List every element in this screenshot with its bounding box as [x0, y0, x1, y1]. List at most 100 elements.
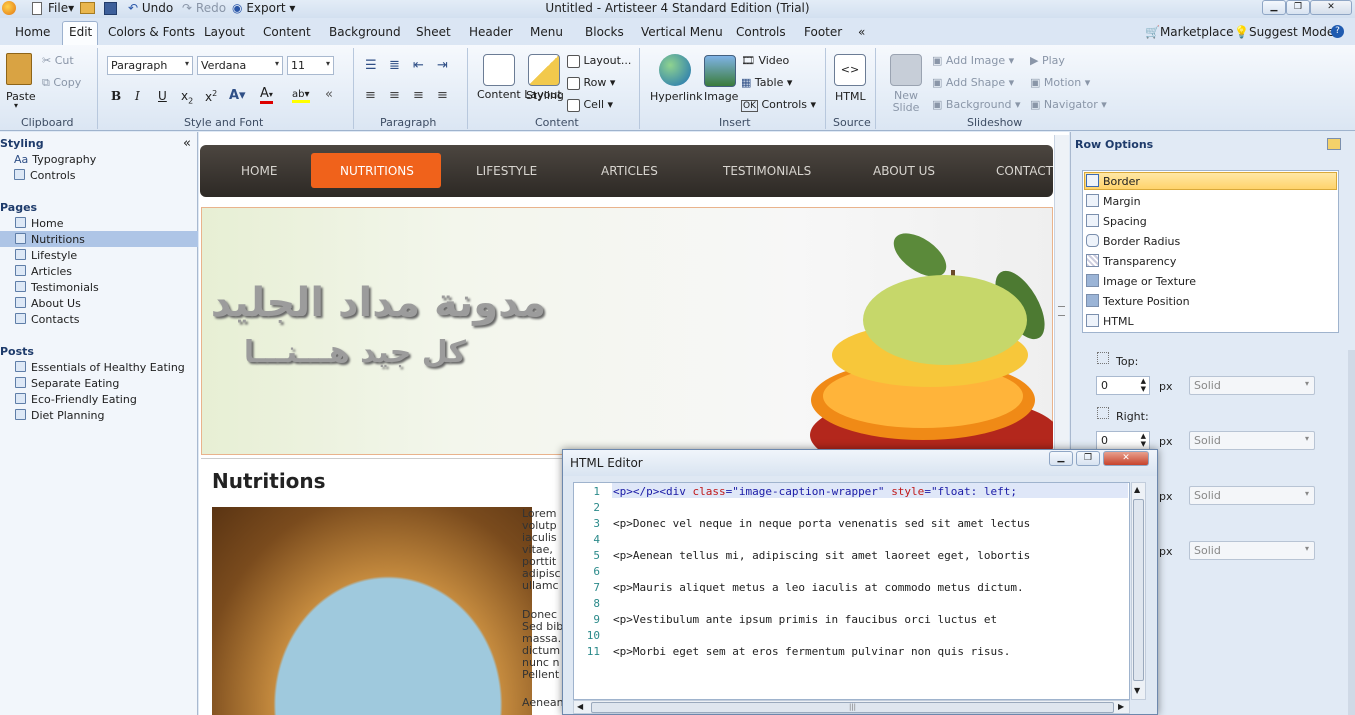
new-slide-icon[interactable] — [890, 54, 922, 86]
tab-footer[interactable]: Footer — [804, 25, 842, 39]
align-right-icon[interactable]: ≡ — [413, 88, 424, 103]
tab-sheet[interactable]: Sheet — [416, 25, 451, 39]
nav-item-home[interactable]: HOME — [241, 164, 277, 178]
canvas-scroll-grip[interactable] — [1058, 306, 1065, 316]
html-source-icon[interactable]: <> — [834, 54, 866, 86]
option-texture-position[interactable]: Texture Position — [1086, 294, 1190, 308]
right-width-input[interactable]: 0 ▲ ▼ — [1096, 431, 1150, 450]
post-item[interactable]: Essentials of Healthy Eating — [15, 361, 185, 374]
code-line[interactable]: <p>Donec vel neque in neque porta venena… — [613, 517, 1129, 533]
code-line[interactable] — [613, 501, 1129, 517]
cell-button[interactable]: Cell ▾ — [567, 98, 613, 112]
copy-button[interactable]: ⧉ Copy — [42, 76, 81, 90]
italic-button[interactable]: I — [135, 89, 140, 103]
right-style-select[interactable]: Solid ▾ — [1189, 431, 1315, 450]
nav-item-about-us[interactable]: ABOUT US — [873, 164, 935, 178]
option-margin[interactable]: Margin — [1086, 194, 1141, 208]
motion-button[interactable]: ▣ Motion ▾ — [1030, 76, 1090, 89]
scroll-up-arrow-icon[interactable]: ▲ — [1134, 485, 1140, 494]
help-icon[interactable]: ? — [1331, 25, 1344, 38]
background-button[interactable]: ▣ Background ▾ — [932, 98, 1021, 111]
scroll-right-arrow-icon[interactable]: ▶ — [1118, 702, 1124, 711]
option-spacing[interactable]: Spacing — [1086, 214, 1147, 228]
post-item[interactable]: Separate Eating — [15, 377, 119, 390]
subscript-button[interactable]: x2 — [181, 89, 193, 105]
post-item[interactable]: Eco-Friendly Eating — [15, 393, 137, 406]
close-window-button[interactable]: ✕ — [1310, 0, 1352, 15]
code-line[interactable]: <p>Mauris aliquet metus a leo iaculis at… — [613, 581, 1129, 597]
tab-menu[interactable]: Menu — [530, 25, 563, 39]
page-item-about-us[interactable]: About Us — [15, 297, 81, 310]
align-justify-icon[interactable]: ≡ — [437, 88, 448, 103]
layout-button[interactable]: Layout... — [567, 54, 631, 68]
maximize-button[interactable]: ❐ — [1286, 0, 1310, 15]
collapse-panel-button[interactable]: « — [183, 136, 191, 151]
controls-button[interactable]: OK Controls ▾ — [741, 98, 816, 112]
font-color-icon[interactable]: A▾ — [260, 87, 273, 104]
hyperlink-button[interactable]: Hyperlink — [650, 90, 703, 103]
image-icon[interactable] — [704, 55, 736, 87]
collapse-tabs-button[interactable]: « — [858, 25, 865, 39]
paste-button[interactable]: Paste — [6, 90, 36, 103]
top-border-checkbox[interactable] — [1097, 352, 1109, 364]
editor-minimize-button[interactable]: ▁ — [1049, 451, 1073, 466]
option-html[interactable]: HTML — [1086, 314, 1134, 328]
html-button[interactable]: HTML — [835, 90, 866, 103]
page-item-testimonials[interactable]: Testimonials — [15, 281, 99, 294]
marketplace-button[interactable]: 🛒Marketplace — [1145, 25, 1234, 39]
option-border-radius[interactable]: Border Radius — [1086, 234, 1180, 248]
tab-vertical-menu[interactable]: Vertical Menu — [641, 25, 723, 39]
indent-decrease-icon[interactable]: ⇤ — [413, 58, 424, 73]
left-style-select[interactable]: Solid ▾ — [1189, 541, 1315, 560]
add-image-button[interactable]: ▣ Add Image ▾ — [932, 54, 1014, 67]
styling-icon[interactable] — [528, 54, 560, 86]
text-effects-icon[interactable]: A▾ — [229, 88, 246, 103]
page-item-contacts[interactable]: Contacts — [15, 313, 80, 326]
right-panel-scrollbar[interactable] — [1348, 350, 1355, 715]
styling-button[interactable]: Styling — [526, 89, 564, 102]
paste-icon[interactable] — [6, 53, 32, 85]
bullet-list-icon[interactable]: ☰ — [365, 58, 377, 73]
editor-vscroll-thumb[interactable] — [1133, 499, 1144, 681]
table-button[interactable]: ▦ Table ▾ — [741, 76, 792, 89]
cut-button[interactable]: ✂ Cut — [42, 54, 74, 67]
suggest-mode-button[interactable]: 💡Suggest Mode — [1234, 25, 1334, 39]
code-line-1[interactable]: <p></p><div class="image-caption-wrapper… — [613, 485, 1129, 501]
content-layout-button[interactable]: Content Layout — [477, 89, 562, 101]
bold-button[interactable]: B — [111, 89, 121, 103]
styling-item-controls[interactable]: Controls — [14, 169, 76, 182]
hyperlink-icon[interactable] — [659, 54, 691, 86]
nav-item-testimonials[interactable]: TESTIMONIALS — [723, 164, 811, 178]
pin-panel-icon[interactable] — [1327, 138, 1341, 150]
page-item-nutritions[interactable]: Nutritions — [15, 233, 85, 246]
page-item-home[interactable]: Home — [15, 217, 63, 230]
option-image-texture[interactable]: Image or Texture — [1086, 274, 1196, 288]
paragraph-style-select[interactable]: Paragraph ▾ — [107, 56, 193, 75]
tab-header[interactable]: Header — [469, 25, 513, 39]
add-shape-button[interactable]: ▣ Add Shape ▾ — [932, 76, 1014, 89]
font-size-select[interactable]: 11 ▾ — [287, 56, 334, 75]
nav-item-contact[interactable]: CONTACT — [996, 164, 1053, 178]
tab-edit[interactable]: Edit — [69, 25, 92, 39]
code-line[interactable] — [613, 533, 1129, 549]
tab-colors-fonts[interactable]: Colors & Fonts — [108, 25, 195, 39]
clear-format-icon[interactable]: « — [325, 87, 333, 102]
image-button[interactable]: Image — [704, 90, 738, 103]
code-line[interactable] — [613, 629, 1129, 645]
code-line[interactable] — [613, 597, 1129, 613]
video-button[interactable]: 🎞 Video — [741, 54, 789, 67]
right-border-checkbox[interactable] — [1097, 407, 1109, 419]
numbered-list-icon[interactable]: ≣ — [389, 58, 400, 73]
highlight-color-icon[interactable]: ab▾ — [292, 89, 310, 103]
editor-close-button[interactable]: ✕ — [1103, 451, 1149, 466]
code-line[interactable]: <p>Vestibulum ante ipsum primis in fauci… — [613, 613, 1129, 629]
top-width-input[interactable]: 0 ▲ ▼ — [1096, 376, 1150, 395]
tab-home[interactable]: Home — [15, 25, 50, 39]
indent-increase-icon[interactable]: ⇥ — [437, 58, 448, 73]
code-line[interactable] — [613, 565, 1129, 581]
option-border[interactable]: Border — [1086, 174, 1140, 188]
page-item-lifestyle[interactable]: Lifestyle — [15, 249, 77, 262]
play-button[interactable]: ▶ Play — [1030, 54, 1065, 67]
code-line[interactable]: <p>Morbi eget sem at eros fermentum pulv… — [613, 645, 1129, 661]
scroll-down-arrow-icon[interactable]: ▼ — [1134, 686, 1140, 695]
